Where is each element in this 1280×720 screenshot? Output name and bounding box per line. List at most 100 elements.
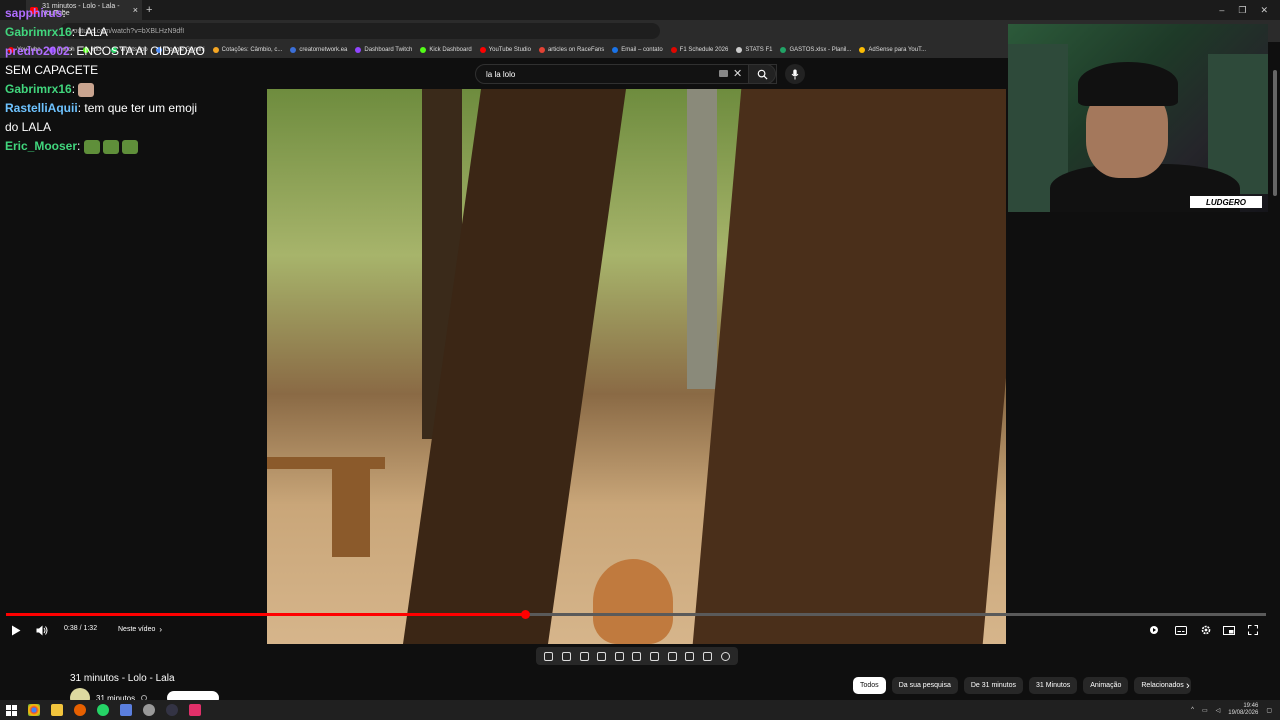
bookmark-item[interactable]: AdSense para YouT... bbox=[859, 47, 926, 53]
fullscreen-button[interactable] bbox=[1246, 624, 1259, 636]
film-icon[interactable] bbox=[597, 651, 607, 661]
screen: 31 minutos - Lolo - Lala - YouTube × + –… bbox=[0, 0, 1280, 720]
chat-username[interactable]: Gabrimrx16 bbox=[5, 82, 72, 96]
app-icon[interactable] bbox=[189, 704, 201, 716]
autoplay-toggle[interactable] bbox=[1148, 624, 1160, 636]
restore-icon[interactable]: ❐ bbox=[1238, 5, 1246, 16]
filter-chip[interactable]: 31 Minutos bbox=[1028, 677, 1078, 694]
settings-button[interactable] bbox=[1199, 623, 1213, 637]
play-button[interactable] bbox=[9, 623, 23, 637]
picture-in-picture-icon[interactable] bbox=[614, 651, 624, 661]
bookmark-label: AdSense para YouT... bbox=[868, 47, 927, 53]
page-scrollbar[interactable] bbox=[1273, 70, 1277, 196]
chat-text: LALA bbox=[78, 25, 108, 39]
clear-search-icon[interactable]: ✕ bbox=[733, 67, 742, 80]
chevron-right-icon[interactable]: › bbox=[1186, 680, 1190, 692]
settings-icon[interactable] bbox=[143, 704, 155, 716]
speaker-icon[interactable]: ◁ bbox=[1216, 707, 1221, 714]
voice-search-button[interactable] bbox=[785, 64, 805, 84]
notification-icon[interactable]: ▢ bbox=[1266, 707, 1272, 714]
bookmark-item[interactable]: Kick Dashboard bbox=[420, 47, 472, 53]
bookmark-item[interactable]: Cotações: Câmbio, c... bbox=[212, 47, 283, 53]
bookmark-item[interactable]: articles on RaceFans bbox=[538, 47, 604, 53]
bookmark-favicon-icon bbox=[859, 47, 866, 53]
window-controls: – ❐ ✕ bbox=[1219, 5, 1280, 16]
bookmark-item[interactable]: STATS F1 bbox=[736, 47, 772, 53]
bookmark-item[interactable]: Dashboard Twitch bbox=[355, 47, 412, 53]
windows-taskbar: ^ ▭ ◁ 19:46 19/08/2026 ▢ bbox=[0, 700, 1280, 720]
filter-chip[interactable]: Animação bbox=[1083, 677, 1129, 694]
bookmark-item[interactable]: YouTube Studio bbox=[479, 47, 531, 53]
export-icon[interactable] bbox=[667, 651, 677, 661]
time-display: 0:38 / 1:32 bbox=[64, 625, 98, 632]
chat-username[interactable]: Gabrimrx16 bbox=[5, 25, 72, 39]
clock-time: 19:46 bbox=[1243, 703, 1259, 709]
gear-icon[interactable] bbox=[720, 651, 730, 661]
bookmark-item[interactable]: GASTOS.xlsx - Planil... bbox=[780, 47, 851, 53]
chat-username[interactable]: RastelliAquii bbox=[5, 101, 78, 115]
video-frame[interactable] bbox=[267, 89, 1006, 644]
bookmark-label: Cotações: Câmbio, c... bbox=[221, 47, 283, 53]
chat-message: RastelliAquii: tem que ter um emoji do L… bbox=[5, 99, 205, 137]
tree-trunk bbox=[687, 89, 717, 389]
whatsapp-icon[interactable] bbox=[97, 704, 109, 716]
orange-rock bbox=[593, 559, 673, 644]
volume-button[interactable] bbox=[35, 623, 49, 637]
bookmark-favicon-icon bbox=[212, 47, 219, 53]
clock[interactable]: 19:46 19/08/2026 bbox=[1228, 703, 1258, 717]
chat-emote-icon bbox=[102, 139, 119, 154]
cursor-icon[interactable] bbox=[579, 651, 589, 661]
bookmark-item[interactable]: creatornetwork.ea bbox=[290, 47, 347, 53]
app-icon[interactable] bbox=[120, 704, 132, 716]
keyboard-icon[interactable] bbox=[719, 70, 728, 77]
theater-icon[interactable] bbox=[632, 651, 642, 661]
chapter-button[interactable]: Neste vídeo › bbox=[118, 625, 162, 634]
bookmark-favicon-icon bbox=[612, 47, 619, 53]
chrome-icon[interactable] bbox=[28, 704, 40, 716]
webcam-logo: LUDGERO bbox=[1190, 196, 1262, 208]
filter-chip[interactable]: Da sua pesquisa bbox=[891, 677, 958, 694]
chat-username[interactable]: predro2002 bbox=[5, 44, 70, 58]
close-window-icon[interactable]: ✕ bbox=[1260, 5, 1268, 16]
filter-chip[interactable]: Relacionados bbox=[1134, 677, 1191, 694]
miniplayer-icon bbox=[1222, 625, 1235, 635]
subtitles-button[interactable] bbox=[1174, 624, 1187, 636]
chat-separator: : bbox=[62, 6, 66, 20]
flask-icon[interactable] bbox=[702, 651, 712, 661]
chat-username[interactable]: Eric_Mooser bbox=[5, 139, 77, 153]
firefox-icon[interactable] bbox=[74, 704, 86, 716]
miniplayer-button[interactable] bbox=[1222, 624, 1235, 636]
search-input[interactable]: la la lolo bbox=[475, 64, 777, 84]
streamer-cap bbox=[1078, 62, 1178, 106]
app-icon[interactable] bbox=[166, 704, 178, 716]
windows-start-icon[interactable] bbox=[6, 704, 17, 716]
chevron-up-icon[interactable]: ^ bbox=[1191, 707, 1194, 713]
chat-message: predro2002: ENCOSTA AI CIDADAO SEM CAPAC… bbox=[5, 42, 205, 80]
chat-emote-icon bbox=[121, 139, 138, 154]
subtitles-icon bbox=[1174, 625, 1187, 635]
video-progress-bar[interactable] bbox=[6, 610, 1266, 619]
stream-chat-overlay: sapphirus: Gabrimrx16: LALA predro2002: E… bbox=[0, 0, 210, 170]
bookmark-label: GASTOS.xlsx - Planil... bbox=[789, 47, 852, 53]
file-explorer-icon[interactable] bbox=[51, 704, 63, 716]
bookmark-label: F1 Schedule 2026 bbox=[679, 47, 729, 53]
minimize-icon[interactable]: – bbox=[1219, 5, 1224, 16]
chat-message: Gabrimrx16: LALA bbox=[5, 23, 205, 42]
chat-username[interactable]: sapphirus bbox=[5, 6, 62, 20]
loop-icon[interactable] bbox=[544, 651, 554, 661]
filter-chip[interactable]: De 31 minutos bbox=[963, 677, 1023, 694]
audio-icon[interactable] bbox=[561, 651, 571, 661]
speed-icon[interactable] bbox=[650, 651, 660, 661]
filter-chip[interactable]: Todos bbox=[853, 677, 886, 694]
bookmark-favicon-icon bbox=[670, 47, 677, 53]
tree-trunk bbox=[692, 89, 1006, 644]
bookmark-item[interactable]: Email – contato bbox=[612, 47, 663, 53]
volume-icon bbox=[36, 625, 48, 635]
extension-toolbar bbox=[536, 647, 738, 665]
search-button[interactable] bbox=[748, 64, 776, 84]
camera-icon[interactable] bbox=[685, 651, 695, 661]
bookmark-item[interactable]: F1 Schedule 2026 bbox=[670, 47, 729, 53]
bookmark-favicon-icon bbox=[538, 47, 545, 53]
webcam-overlay: LUDGERO bbox=[1008, 24, 1268, 212]
network-icon[interactable]: ▭ bbox=[1202, 707, 1208, 714]
